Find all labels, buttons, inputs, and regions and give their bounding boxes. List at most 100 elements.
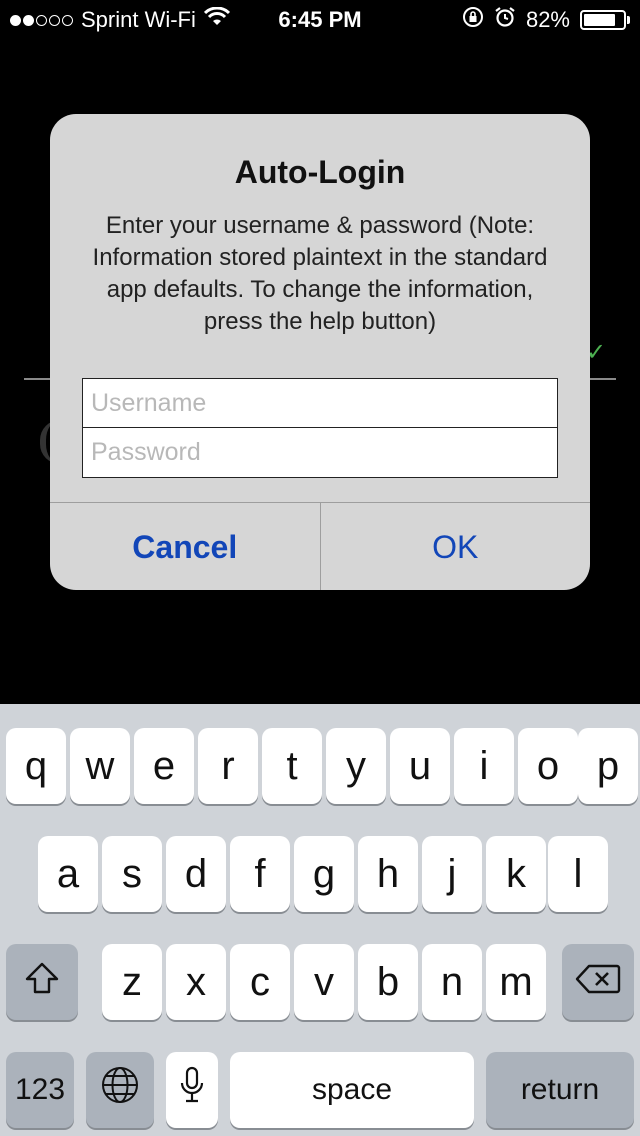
key-w[interactable]: w xyxy=(70,728,130,804)
keyboard-row-1: q w e r t y u i o p xyxy=(0,728,640,804)
battery-tip xyxy=(627,16,630,24)
signal-strength-icon xyxy=(10,14,73,26)
key-d[interactable]: d xyxy=(166,836,226,912)
wifi-icon xyxy=(203,6,230,33)
keyboard-row-2: a s d f g h j k l xyxy=(0,836,640,912)
battery-fill xyxy=(584,14,616,26)
auto-login-alert: Auto-Login Enter your username & passwor… xyxy=(50,114,590,590)
key-n[interactable]: n xyxy=(422,944,482,1020)
key-b[interactable]: b xyxy=(358,944,418,1020)
signal-dot xyxy=(23,14,34,26)
signal-dot xyxy=(62,14,73,26)
key-label: w xyxy=(85,743,115,788)
status-left: Sprint Wi-Fi xyxy=(10,6,230,33)
globe-key[interactable] xyxy=(86,1052,154,1128)
signal-dot xyxy=(10,14,21,26)
ok-label: OK xyxy=(432,528,479,565)
key-k[interactable]: k xyxy=(486,836,546,912)
key-l[interactable]: l xyxy=(548,836,608,912)
key-label: i xyxy=(479,743,489,788)
keyboard-row-4: 123 space return xyxy=(0,1052,640,1128)
key-y[interactable]: y xyxy=(326,728,386,804)
key-s[interactable]: s xyxy=(102,836,162,912)
key-x[interactable]: x xyxy=(166,944,226,1020)
key-label: j xyxy=(447,851,457,896)
key-label: t xyxy=(286,743,298,788)
key-p[interactable]: p xyxy=(578,728,638,804)
key-label: z xyxy=(122,959,142,1004)
key-label: u xyxy=(408,743,432,788)
key-i[interactable]: i xyxy=(454,728,514,804)
key-q[interactable]: q xyxy=(6,728,66,804)
backspace-key[interactable] xyxy=(562,944,634,1020)
battery-icon xyxy=(580,10,630,30)
return-key[interactable]: return xyxy=(486,1052,634,1128)
key-r[interactable]: r xyxy=(198,728,258,804)
key-v[interactable]: v xyxy=(294,944,354,1020)
key-u[interactable]: u xyxy=(390,728,450,804)
key-t[interactable]: t xyxy=(262,728,322,804)
key-m[interactable]: m xyxy=(486,944,546,1020)
battery-body xyxy=(580,10,626,30)
key-label: x xyxy=(186,959,206,1004)
alert-button-bar: Cancel OK xyxy=(50,502,590,590)
keyboard: q w e r t y u i o p a s d f g h j k l z … xyxy=(0,704,640,1136)
key-label: l xyxy=(573,851,583,896)
key-label: v xyxy=(314,959,334,1004)
key-o[interactable]: o xyxy=(518,728,578,804)
alert-title: Auto-Login xyxy=(234,154,406,190)
signal-dot xyxy=(49,14,60,26)
key-label: a xyxy=(56,851,80,896)
key-label: d xyxy=(184,851,208,896)
key-label: o xyxy=(536,743,560,788)
key-label: m xyxy=(499,959,533,1004)
cancel-label: Cancel xyxy=(132,528,238,565)
key-label: k xyxy=(506,851,526,896)
rotation-lock-icon xyxy=(462,6,484,34)
alert-message: Enter your username & password (Note: In… xyxy=(92,212,548,335)
carrier-label: Sprint Wi-Fi xyxy=(81,7,196,32)
key-label: p xyxy=(596,743,620,788)
battery-percent: 82% xyxy=(525,7,570,32)
status-right: 82% xyxy=(462,6,630,34)
key-j[interactable]: j xyxy=(422,836,482,912)
globe-icon xyxy=(100,1065,140,1115)
key-label: g xyxy=(312,851,336,896)
keyboard-row-3: z x c v b n m xyxy=(0,944,640,1020)
numbers-key-label: 123 xyxy=(14,1073,66,1106)
key-label: e xyxy=(152,743,176,788)
cancel-button[interactable]: Cancel xyxy=(50,503,321,590)
key-label: q xyxy=(24,743,48,788)
microphone-icon xyxy=(178,1065,206,1115)
key-label: y xyxy=(346,743,366,788)
signal-dot xyxy=(36,14,47,26)
numbers-key[interactable]: 123 xyxy=(6,1052,74,1128)
password-field[interactable] xyxy=(82,428,558,478)
return-key-label: return xyxy=(520,1073,600,1106)
key-label: c xyxy=(250,959,270,1004)
space-key-label: space xyxy=(311,1073,393,1106)
key-e[interactable]: e xyxy=(134,728,194,804)
key-label: h xyxy=(376,851,400,896)
username-field[interactable] xyxy=(82,378,558,428)
shift-key[interactable] xyxy=(6,944,78,1020)
ok-button[interactable]: OK xyxy=(321,503,591,590)
shift-icon xyxy=(24,960,60,1005)
key-label: b xyxy=(376,959,400,1004)
key-label: r xyxy=(221,743,235,788)
key-c[interactable]: c xyxy=(230,944,290,1020)
key-g[interactable]: g xyxy=(294,836,354,912)
backspace-icon xyxy=(575,960,621,1005)
dictation-key[interactable] xyxy=(166,1052,218,1128)
key-z[interactable]: z xyxy=(102,944,162,1020)
key-label: f xyxy=(254,851,266,896)
key-a[interactable]: a xyxy=(38,836,98,912)
key-h[interactable]: h xyxy=(358,836,418,912)
key-label: n xyxy=(440,959,464,1004)
key-f[interactable]: f xyxy=(230,836,290,912)
key-label: s xyxy=(122,851,142,896)
alarm-icon xyxy=(494,6,516,34)
screen: Sprint Wi-Fi 6:45 PM 82% ✓ Auto-Login En… xyxy=(0,0,640,1136)
space-key[interactable]: space xyxy=(230,1052,474,1128)
status-bar: Sprint Wi-Fi 6:45 PM 82% xyxy=(0,0,640,40)
